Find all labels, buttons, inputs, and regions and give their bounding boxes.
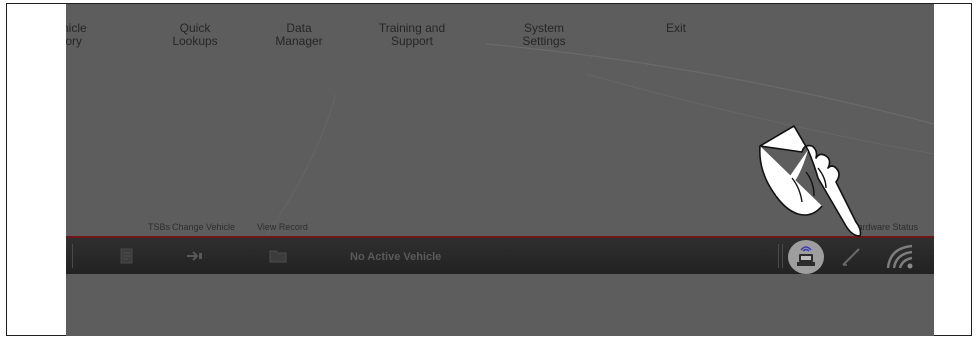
nav-training-and-support[interactable]: Training and Support [362,22,462,48]
change-vehicle-label[interactable]: Change Vehicle [172,222,235,232]
nav-system-settings[interactable]: System Settings [511,22,577,48]
scanner-screen: hicle tory Quick Lookups Data Manager Tr… [66,4,934,336]
pointing-hand-icon [759,125,862,237]
nav-data-manager[interactable]: Data Manager [266,22,332,48]
nav-vehicle-history[interactable]: hicle tory [66,22,102,48]
top-navigation: hicle tory Quick Lookups Data Manager Tr… [66,4,934,64]
pen-icon[interactable] [840,246,862,268]
view-record-folder-icon[interactable] [269,248,287,264]
nav-exit[interactable]: Exit [656,22,696,35]
tsb-document-icon[interactable] [118,248,136,264]
toolbar-divider [72,244,73,268]
nav-quick-lookups[interactable]: Quick Lookups [162,22,228,48]
vehicle-status-text: No Active Vehicle [350,251,442,263]
tsbs-label[interactable]: TSBs [148,222,170,232]
wireless-signal-icon[interactable] [884,242,916,270]
change-vehicle-arrow-icon[interactable] [186,248,204,264]
view-record-label[interactable]: View Record [257,222,308,232]
